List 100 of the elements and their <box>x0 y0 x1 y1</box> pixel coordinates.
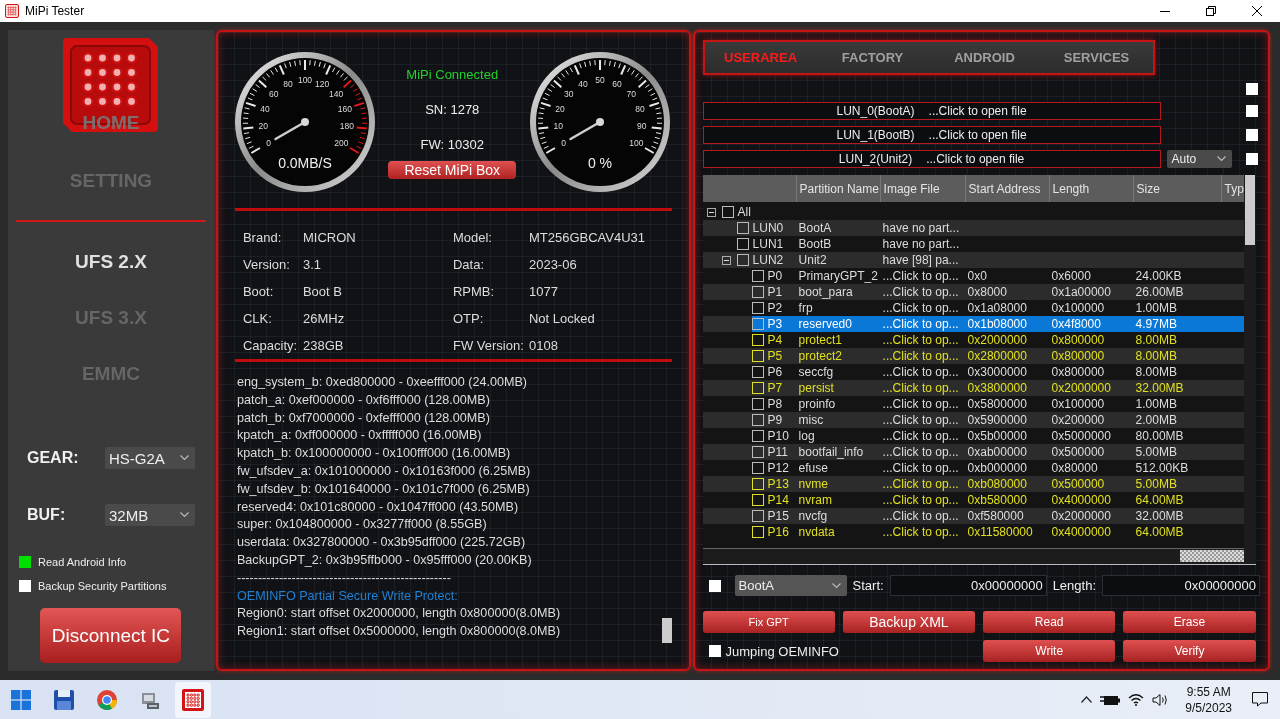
close-icon[interactable] <box>1252 6 1262 16</box>
partition-row[interactable]: LUN2 Unit2 have [98] pa... <box>702 252 1244 268</box>
image-file[interactable]: have [98] pa... <box>882 253 959 267</box>
browser-icon[interactable] <box>96 688 118 711</box>
partition-row[interactable]: P12 efuse ...Click to op... 0xb000000 0x80000 512.00KB <box>702 460 1244 476</box>
image-file[interactable]: ...Click to op... <box>882 381 959 395</box>
action-button[interactable]: Fix GPT <box>702 611 835 633</box>
action-button[interactable]: Read <box>983 611 1116 633</box>
partition-row[interactable]: P11 bootfail_info ...Click to op... 0xab00000 0x500000 5.00MB <box>702 444 1244 460</box>
column-header[interactable]: Size <box>1132 175 1221 202</box>
image-file[interactable]: ...Click to op... <box>882 429 959 443</box>
clock-time[interactable]: 9:55 AM <box>1185 683 1232 700</box>
partition-row[interactable]: P2 frp ...Click to op... 0x1a08000 0x100000 1.00MB <box>702 300 1244 316</box>
tab[interactable]: SERVICES <box>1040 50 1153 65</box>
image-file[interactable]: ...Click to op... <box>882 397 959 411</box>
partition-row[interactable]: P3 reserved0 ...Click to op... 0x1b08000 0x4f8000 4.97MB <box>702 316 1244 332</box>
action-button[interactable]: Erase <box>1123 611 1256 633</box>
partition-row[interactable]: P5 protect2 ...Click to op... 0x2800000 0x800000 8.00MB <box>702 348 1244 364</box>
image-file[interactable]: ...Click to op... <box>882 525 959 539</box>
image-file[interactable]: ...Click to op... <box>882 301 959 315</box>
row-checkbox[interactable] <box>721 206 734 218</box>
image-file[interactable]: ...Click to op... <box>882 413 959 427</box>
mode-dropdown[interactable]: Auto <box>1166 150 1232 168</box>
restore-icon[interactable] <box>1206 6 1216 16</box>
row-checkbox[interactable] <box>751 302 764 314</box>
row-checkbox[interactable] <box>751 510 764 522</box>
image-file[interactable]: ...Click to op... <box>882 445 959 459</box>
partition-row[interactable]: P14 nvram ...Click to op... 0xb580000 0x4000000 64.00MB <box>702 492 1244 508</box>
row-checkbox[interactable] <box>736 254 749 266</box>
image-file[interactable]: ...Click to op... <box>882 269 959 283</box>
taskbar-slot[interactable] <box>175 681 211 718</box>
scrollbar-thumb[interactable] <box>1179 550 1244 562</box>
row-checkbox[interactable] <box>751 478 764 490</box>
range-checkbox[interactable] <box>708 579 721 592</box>
image-file[interactable]: ...Click to op... <box>882 349 959 363</box>
row-checkbox[interactable] <box>751 382 764 394</box>
image-file[interactable]: ...Click to op... <box>882 509 959 523</box>
partition-row[interactable]: P4 protect1 ...Click to op... 0x2000000 0x800000 8.00MB <box>702 332 1244 348</box>
partition-row[interactable]: P0 PrimaryGPT_2 ...Click to op... 0x0 0x6000 24.00KB <box>702 268 1244 284</box>
row-checkbox[interactable] <box>736 238 749 250</box>
row-checkbox[interactable] <box>751 414 764 426</box>
file-picker[interactable]: LUN_0(BootA) ...Click to open file <box>702 102 1161 120</box>
jumping-checkbox[interactable] <box>708 645 721 657</box>
column-header[interactable]: Typ <box>1220 175 1244 202</box>
column-header[interactable]: Length <box>1048 175 1133 202</box>
chevron-up-icon[interactable] <box>1081 696 1093 703</box>
scrollbar-thumb[interactable] <box>661 618 672 643</box>
action-button[interactable]: Verify <box>1123 640 1256 662</box>
file-picker[interactable]: LUN_2(Unit2) ...Click to open file <box>702 150 1161 168</box>
file-picker[interactable]: LUN_1(BootB) ...Click to open file <box>702 126 1161 144</box>
row-checkbox[interactable] <box>751 446 764 458</box>
option-checkbox[interactable] <box>19 580 31 592</box>
nav-item[interactable]: UFS 2.X <box>75 251 147 273</box>
select-checkbox[interactable] <box>1246 83 1258 95</box>
partition-row[interactable]: P10 log ...Click to op... 0x5b00000 0x5000000 80.00MB <box>702 428 1244 444</box>
file-checkbox[interactable] <box>1246 129 1258 141</box>
partition-row[interactable]: P6 seccfg ...Click to op... 0x3000000 0x800000 8.00MB <box>702 364 1244 380</box>
option-checkbox[interactable] <box>19 556 31 568</box>
partition-row[interactable]: P13 nvme ...Click to op... 0xb080000 0x500000 5.00MB <box>702 476 1244 492</box>
volume-icon[interactable] <box>1152 692 1170 707</box>
row-checkbox[interactable] <box>751 286 764 298</box>
disconnect-button[interactable]: Disconnect IC <box>40 608 182 663</box>
clock-date[interactable]: 9/5/2023 <box>1185 699 1232 716</box>
start-field[interactable]: 0x00000000 <box>889 575 1047 596</box>
partition-dropdown[interactable]: BootA <box>734 575 847 596</box>
row-checkbox[interactable] <box>751 430 764 442</box>
partition-row[interactable]: All <box>702 204 1244 220</box>
collapse-icon[interactable] <box>706 207 716 217</box>
image-file[interactable]: ...Click to op... <box>882 493 959 507</box>
row-checkbox[interactable] <box>751 526 764 538</box>
image-file[interactable]: have no part... <box>882 221 960 235</box>
file-checkbox[interactable] <box>1246 153 1258 165</box>
notification-icon[interactable] <box>1252 692 1268 707</box>
tab[interactable]: ANDROID <box>928 50 1041 65</box>
app-icon[interactable] <box>181 687 205 712</box>
tab[interactable]: FACTORY <box>816 50 929 65</box>
row-checkbox[interactable] <box>751 350 764 362</box>
partition-row[interactable]: LUN1 BootB have no part... <box>702 236 1244 252</box>
partition-row[interactable]: LUN0 BootA have no part... <box>702 220 1244 236</box>
image-file[interactable]: ...Click to op... <box>882 477 959 491</box>
image-file[interactable]: ...Click to op... <box>882 333 959 347</box>
wifi-icon[interactable] <box>1128 693 1145 706</box>
collapse-icon[interactable] <box>721 255 731 265</box>
length-field[interactable]: 0x00000000 <box>1102 575 1260 596</box>
image-file[interactable]: have no part... <box>882 237 960 251</box>
setting-dropdown[interactable]: 32MB <box>105 504 195 526</box>
image-file[interactable]: ...Click to op... <box>882 317 959 331</box>
row-checkbox[interactable] <box>751 398 764 410</box>
partition-row[interactable]: P9 misc ...Click to op... 0x5900000 0x200000 2.00MB <box>702 412 1244 428</box>
column-header[interactable]: Partition Name <box>795 175 880 202</box>
file-checkbox[interactable] <box>1246 105 1258 117</box>
partition-row[interactable]: P15 nvcfg ...Click to op... 0xf580000 0x2000000 32.00MB <box>702 508 1244 524</box>
partition-row[interactable]: P7 persist ...Click to op... 0x3800000 0x2000000 32.00MB <box>702 380 1244 396</box>
row-checkbox[interactable] <box>751 494 764 506</box>
image-file[interactable]: ...Click to op... <box>882 461 959 475</box>
image-file[interactable]: ...Click to op... <box>882 365 959 379</box>
partition-row[interactable]: P8 proinfo ...Click to op... 0x5800000 0x100000 1.00MB <box>702 396 1244 412</box>
action-button[interactable]: Backup XML <box>842 611 976 633</box>
setting-dropdown[interactable]: HS-G2A <box>105 447 195 469</box>
row-checkbox[interactable] <box>751 366 764 378</box>
